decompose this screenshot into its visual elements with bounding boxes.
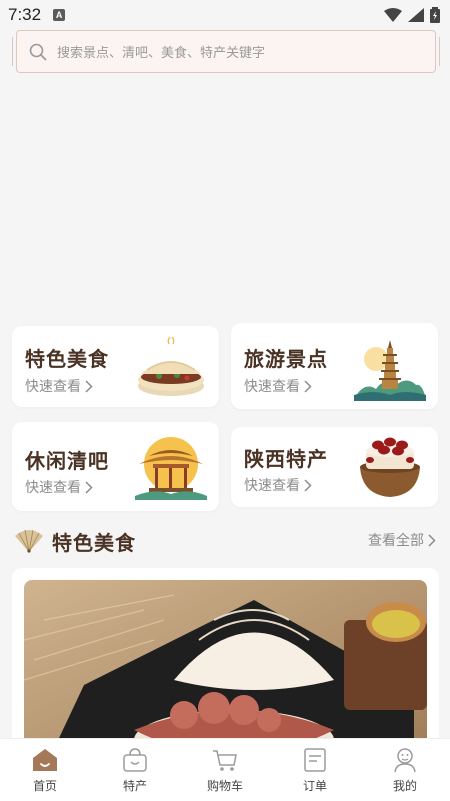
tab-orders[interactable]: 订单 <box>270 739 360 801</box>
roujiamo-icon <box>138 336 204 396</box>
card-link-label: 快速查看 <box>25 378 81 394</box>
pavilion-icon <box>135 437 207 500</box>
tab-label: 首页 <box>32 779 57 793</box>
card-link[interactable]: 快速查看 <box>25 477 93 497</box>
view-all-label: 查看全部 <box>368 532 424 548</box>
battery-icon <box>430 7 440 23</box>
card-title: 休闲清吧 <box>25 451 109 473</box>
chevron-right-icon <box>85 379 93 393</box>
category-card-scenic[interactable]: 旅游景点 快速查看 <box>231 323 438 409</box>
featured-food-card[interactable] <box>12 568 439 770</box>
tab-cart[interactable]: 购物车 <box>180 739 270 801</box>
section-title: 特色美食 <box>52 533 136 555</box>
bottom-tab-bar: 首页 特产 购物车 订单 我的 <box>0 738 450 801</box>
notification-icon: A <box>53 9 66 21</box>
tab-label: 我的 <box>392 779 417 793</box>
chevron-right-icon <box>304 478 312 492</box>
tab-home[interactable]: 首页 <box>0 739 90 801</box>
card-link[interactable]: 快速查看 <box>244 475 312 495</box>
view-all-link[interactable]: 查看全部 <box>368 530 436 550</box>
card-link[interactable]: 快速查看 <box>25 376 93 396</box>
order-icon <box>304 748 326 772</box>
signal-icon <box>408 8 424 22</box>
card-link-label: 快速查看 <box>25 479 81 495</box>
status-bar: 7:32 A <box>0 0 450 30</box>
tab-label: 购物车 <box>206 779 243 793</box>
status-time: 7:32 <box>8 5 42 24</box>
date-cake-icon <box>360 437 420 497</box>
card-title: 陕西特产 <box>244 449 328 471</box>
chevron-right-icon <box>304 379 312 393</box>
search-input[interactable]: 搜索景点、清吧、美食、特产关键字 <box>57 42 265 61</box>
card-title: 旅游景点 <box>244 349 328 371</box>
chevron-right-icon <box>428 533 436 547</box>
tab-label: 订单 <box>302 779 327 793</box>
search-icon <box>29 43 47 60</box>
section-header: 特色美食 查看全部 <box>14 524 436 556</box>
search-bar[interactable]: 搜索景点、清吧、美食、特产关键字 <box>12 30 440 73</box>
chevron-right-icon <box>85 480 93 494</box>
tab-profile[interactable]: 我的 <box>360 739 450 801</box>
cart-icon <box>213 750 237 771</box>
card-link[interactable]: 快速查看 <box>244 376 312 396</box>
bag-icon <box>123 748 147 772</box>
profile-icon <box>394 748 416 773</box>
category-card-bar[interactable]: 休闲清吧 快速查看 <box>12 422 219 511</box>
tab-specialty[interactable]: 特产 <box>90 739 180 801</box>
home-icon <box>33 749 57 771</box>
card-title: 特色美食 <box>25 349 109 371</box>
wifi-icon <box>384 8 402 22</box>
card-link-label: 快速查看 <box>244 378 300 394</box>
fan-icon <box>15 529 43 553</box>
tab-label: 特产 <box>122 779 147 793</box>
pagoda-icon <box>354 340 426 401</box>
category-card-food[interactable]: 特色美食 快速查看 <box>12 326 219 407</box>
card-link-label: 快速查看 <box>244 477 300 493</box>
category-card-specialty[interactable]: 陕西特产 快速查看 <box>231 427 438 507</box>
